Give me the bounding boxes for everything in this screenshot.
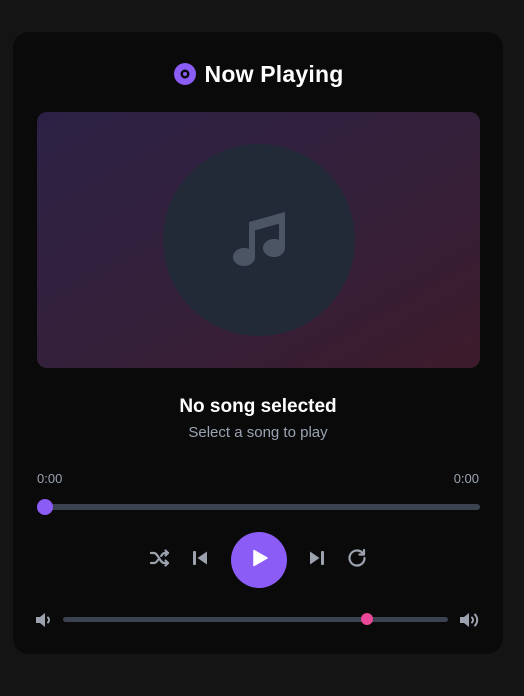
disc-icon bbox=[173, 62, 197, 86]
play-button[interactable] bbox=[231, 532, 287, 588]
volume-control bbox=[13, 608, 503, 632]
music-note-icon bbox=[227, 206, 291, 275]
shuffle-icon bbox=[148, 546, 172, 575]
album-artwork bbox=[37, 112, 480, 368]
previous-button[interactable] bbox=[186, 546, 214, 574]
repeat-icon bbox=[346, 547, 368, 574]
current-time: 0:00 bbox=[37, 471, 63, 486]
playback-controls bbox=[13, 532, 503, 588]
volume-high-icon[interactable] bbox=[458, 610, 482, 630]
progress-slider[interactable] bbox=[37, 499, 480, 515]
song-subtitle: Select a song to play bbox=[188, 424, 328, 441]
next-button[interactable] bbox=[303, 546, 331, 574]
volume-thumb[interactable] bbox=[361, 613, 374, 625]
player-header: Now Playing bbox=[13, 58, 503, 90]
progress-thumb[interactable] bbox=[37, 499, 53, 515]
next-icon bbox=[307, 548, 327, 573]
volume-slider[interactable] bbox=[63, 613, 448, 625]
total-time: 0:00 bbox=[453, 471, 479, 486]
artwork-disc bbox=[163, 144, 355, 336]
player-card: Now Playing No song selected Select a so… bbox=[13, 32, 503, 654]
play-icon bbox=[248, 547, 270, 574]
song-title: No song selected bbox=[179, 396, 337, 417]
shuffle-button[interactable] bbox=[146, 546, 174, 574]
repeat-button[interactable] bbox=[343, 546, 371, 574]
previous-icon bbox=[190, 548, 210, 573]
volume-low-icon[interactable] bbox=[33, 610, 55, 630]
page-title: Now Playing bbox=[204, 60, 344, 87]
